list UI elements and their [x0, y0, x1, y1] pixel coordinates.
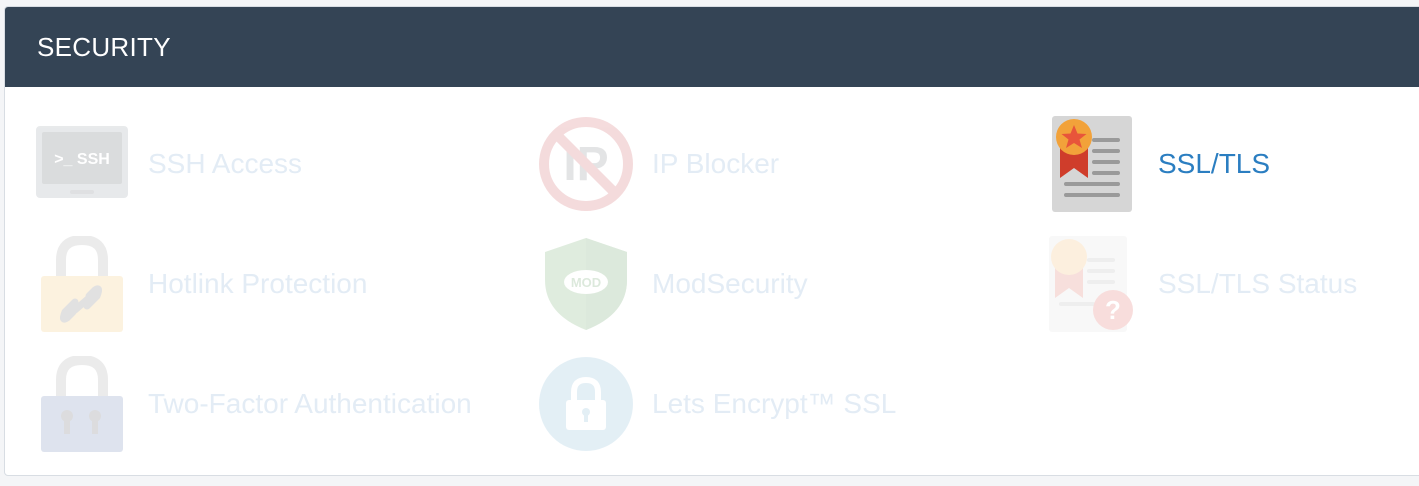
modsecurity-shield-icon: MOD	[538, 236, 634, 332]
ssh-icon-text: >_ SSH	[54, 151, 110, 168]
hotlink-lock-icon	[34, 236, 130, 332]
two-factor-auth-link[interactable]: Two-Factor Authentication	[34, 356, 472, 452]
ssl-certificate-icon	[1044, 116, 1140, 212]
ssl-status-icon: ?	[1044, 236, 1140, 332]
ssh-access-link[interactable]: >_ SSH SSH Access	[34, 116, 302, 212]
hotlink-protection-label: Hotlink Protection	[148, 268, 368, 299]
ssl-tls-link[interactable]: SSL/TLS	[1044, 116, 1270, 212]
security-tools-grid: >_ SSH SSH Access IP IP Blocker	[5, 87, 1419, 475]
panel-header: SECURITY	[5, 7, 1419, 87]
ssl-tls-status-link[interactable]: ? SSL/TLS Status	[1044, 236, 1357, 332]
ip-blocker-label: IP Blocker	[652, 148, 780, 179]
svg-text:?: ?	[1105, 295, 1121, 325]
hotlink-protection-link[interactable]: Hotlink Protection	[34, 236, 367, 332]
ssl-tls-label: SSL/TLS	[1158, 148, 1271, 179]
two-factor-auth-label: Two-Factor Authentication	[148, 388, 472, 419]
security-panel: SECURITY >_ SSH SSH Access IP Blocker SS…	[4, 6, 1419, 476]
lets-encrypt-link[interactable]: Lets Encrypt™ SSL	[538, 356, 896, 452]
two-factor-lock-icon	[34, 356, 130, 452]
ssl-tls-status-label: SSL/TLS Status	[1158, 268, 1358, 299]
ssh-access-label: SSH Access	[148, 148, 303, 179]
ip-blocker-icon: IP	[538, 116, 634, 212]
modsecurity-label: ModSecurity	[652, 268, 808, 299]
mod-icon-text: MOD	[571, 275, 601, 290]
ssh-terminal-icon: >_ SSH	[34, 116, 130, 212]
modsecurity-link[interactable]: MOD ModSecurity	[538, 236, 808, 332]
lets-encrypt-lock-icon	[538, 356, 634, 452]
panel-title: SECURITY	[37, 31, 171, 62]
ip-blocker-link[interactable]: IP IP Blocker	[538, 116, 779, 212]
lets-encrypt-label: Lets Encrypt™ SSL	[652, 388, 897, 419]
